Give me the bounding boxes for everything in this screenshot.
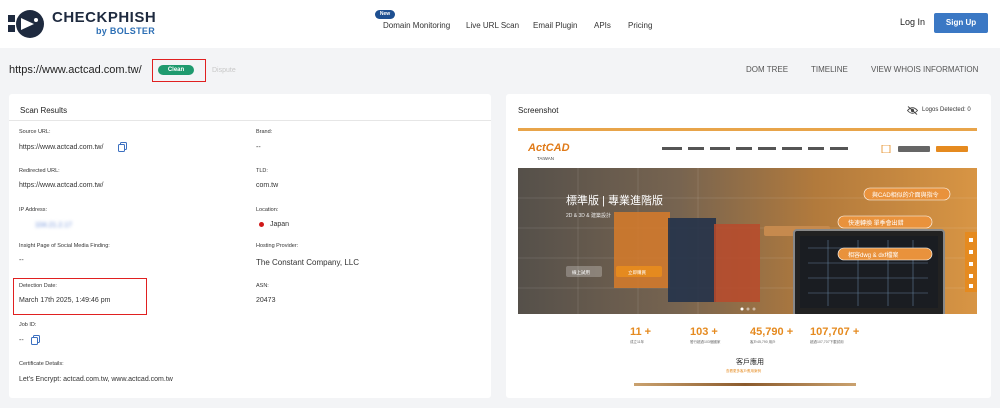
card-divider (9, 120, 491, 121)
insight-value: -- (19, 257, 24, 264)
nav-apis[interactable]: APIs (594, 21, 611, 30)
site-customers-sub: 查看更多客戶應用案例 (726, 369, 761, 373)
asn-label: ASN: (256, 283, 269, 289)
status-badge: Clean (158, 65, 194, 75)
location-value: Japan (259, 221, 289, 228)
tab-timeline[interactable]: TIMELINE (811, 65, 848, 74)
copy-icon[interactable] (31, 335, 40, 345)
login-link[interactable]: Log In (900, 17, 925, 27)
stat-downloads: 107,707 + (810, 326, 860, 338)
fish-logo-icon (8, 10, 44, 38)
hero-subtitle: 2D & 3D & 建築設計 (566, 212, 611, 219)
stat-customers-sub: 客戶45,790 用戶 (750, 340, 776, 344)
hero-btn-trial: 線上試用 (572, 269, 590, 276)
insight-label: Insight Page of Social Media Finding: (19, 243, 110, 249)
logos-detected: Logos Detected: 0 (922, 107, 971, 113)
ip-address-value[interactable]: 104.21.2.17 (35, 222, 72, 229)
actcad-logo-text: ActCAD (528, 142, 570, 154)
tab-whois[interactable]: VIEW WHOIS INFORMATION (871, 65, 978, 74)
job-id-value: -- (19, 337, 24, 344)
site-stats: 11 + 成立11年 103 + 發行超過103個國家 45,790 + 客戶4… (518, 322, 977, 352)
stat-countries: 103 + (690, 326, 718, 338)
eye-off-icon (907, 106, 918, 115)
hero-banner-2: 快速轉換 單季會出錯 (848, 219, 904, 227)
ip-address-label: IP Address: (19, 207, 48, 213)
tld-value: com.tw (256, 182, 279, 189)
location-text: Japan (270, 221, 290, 228)
redirected-url-label: Redirected URL: (19, 168, 60, 174)
tld-label: TLD: (256, 168, 268, 174)
source-url-label: Source URL: (19, 129, 51, 135)
tab-dom-tree[interactable]: DOM TREE (746, 65, 788, 74)
hero-banner-1: 與CAD相似的介面與指令 (872, 191, 939, 199)
site-hero-banner: 標準版 | 專業進階版 2D & 3D & 建築設計 線上試用 立即購買 與CA… (518, 168, 977, 317)
screenshot-title: Screenshot (518, 106, 559, 115)
stat-countries-sub: 發行超過103個國家 (690, 340, 721, 344)
nav-email-plugin[interactable]: Email Plugin (533, 21, 577, 30)
nav-live-url-scan[interactable]: Live URL Scan (466, 21, 519, 30)
new-badge: New (375, 10, 395, 19)
brand-value: -- (256, 144, 261, 151)
job-id-label: Job ID: (19, 322, 37, 328)
stat-years-sub: 成立11年 (630, 340, 645, 344)
site-menu (662, 145, 968, 153)
asn-value: 20473 (256, 297, 276, 304)
nav-pricing[interactable]: Pricing (628, 21, 652, 30)
actcad-logo-sub: TAIWAN (537, 156, 554, 161)
hero-title: 標準版 | 專業進階版 (566, 193, 663, 207)
brand-label: Brand: (256, 129, 273, 135)
scanned-url: https://www.actcad.com.tw/ (9, 64, 142, 76)
certificate-label: Certificate Details: (19, 361, 64, 367)
hosting-label: Hosting Provider: (256, 243, 299, 249)
dispute-link[interactable]: Dispute (212, 67, 236, 74)
hero-btn-buy: 立即購買 (628, 269, 646, 276)
site-top-line (518, 128, 977, 131)
scan-results-title: Scan Results (20, 106, 68, 115)
detection-date-value: March 17th 2025, 1:49:46 pm (19, 297, 111, 304)
nav-domain-monitoring[interactable]: Domain Monitoring (383, 21, 450, 30)
signup-button[interactable]: Sign Up (934, 13, 988, 33)
stat-downloads-sub: 超過107,707下載試用 (810, 340, 844, 344)
top-navbar: CHECKPHISH by BOLSTER New Domain Monitor… (0, 0, 1000, 48)
certificate-value: Let's Encrypt: actcad.com.tw, www.actcad… (19, 376, 173, 383)
redirected-url-value: https://www.actcad.com.tw/ (19, 182, 104, 189)
japan-flag-icon (259, 221, 264, 227)
stat-customers: 45,790 + (750, 326, 794, 338)
hosting-value: The Constant Company, LLC (256, 258, 360, 267)
website-screenshot[interactable]: ActCAD TAIWAN 標準版 | 專業進階版 2D & 3D & 建築設計… (518, 128, 977, 388)
brand-byline: by BOLSTER (96, 26, 156, 36)
detection-date-label: Detection Date: (19, 283, 57, 289)
actcad-logo: ActCAD TAIWAN (528, 142, 570, 161)
checkphish-logo[interactable]: CHECKPHISH by BOLSTER (8, 6, 158, 42)
scan-url-row: https://www.actcad.com.tw/ Clean Dispute… (0, 48, 1000, 92)
location-label: Location: (256, 207, 279, 213)
stat-years: 11 + (630, 326, 652, 338)
hero-art: 標準版 | 專業進階版 2D & 3D & 建築設計 線上試用 立即購買 與CA… (518, 168, 977, 317)
copy-icon[interactable] (118, 142, 127, 152)
site-customers-title: 客戶應用 (736, 359, 764, 366)
source-url-value: https://www.actcad.com.tw/ (19, 144, 104, 151)
site-bottom-strip (634, 383, 856, 386)
brand-name: CHECKPHISH (52, 9, 157, 26)
hero-banner-3: 相容dwg & dxf檔案 (848, 251, 898, 259)
